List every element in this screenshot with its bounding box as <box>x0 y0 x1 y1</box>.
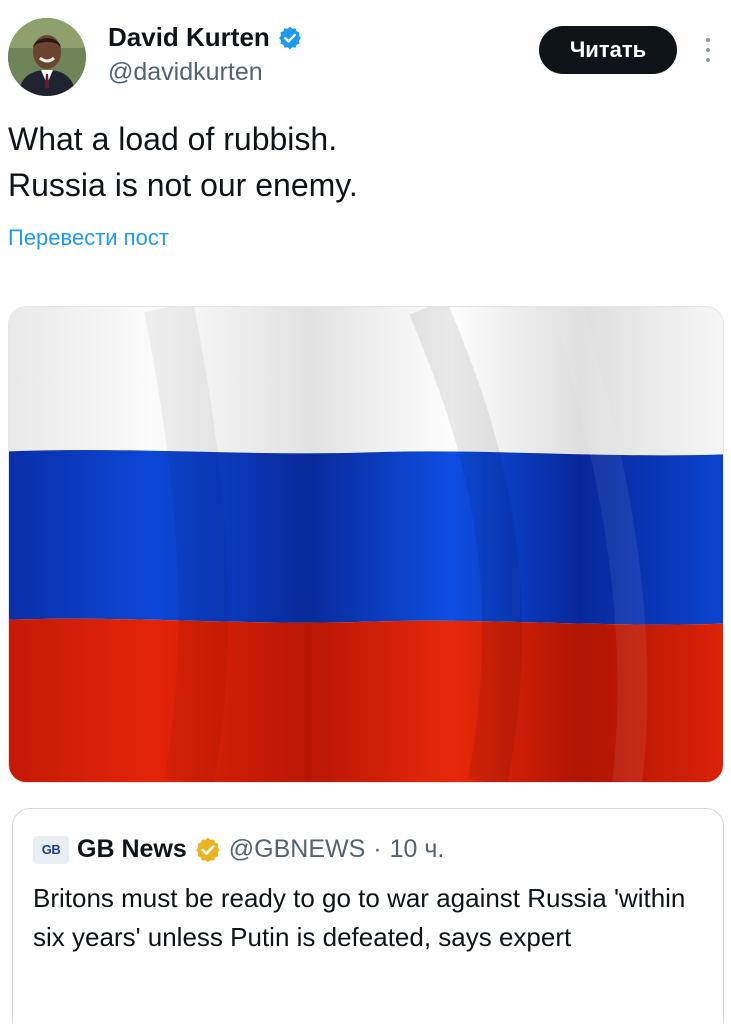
gold-verified-badge-icon <box>195 837 220 862</box>
quoted-post-time[interactable]: 10 ч. <box>390 835 445 864</box>
verified-badge-icon <box>278 26 301 49</box>
more-dot <box>706 38 710 42</box>
author-name[interactable]: David Kurten <box>108 22 302 53</box>
tweet-text: What a load of rubbish. Russia is not ou… <box>8 116 358 208</box>
quoted-post-card[interactable]: GB GB News @GBNEWS · 10 ч. Britons must … <box>12 808 724 1024</box>
follow-button[interactable]: Читать <box>539 26 677 74</box>
author-avatar[interactable] <box>8 18 86 96</box>
avatar-image <box>8 18 86 96</box>
tweet-line-2: Russia is not our enemy. <box>8 167 358 203</box>
russian-flag-image <box>9 307 723 782</box>
quoted-author-name[interactable]: GB News <box>77 835 187 864</box>
gbnews-logo[interactable]: GB <box>33 835 69 864</box>
quoted-post-header: GB GB News @GBNEWS · 10 ч. <box>33 835 444 864</box>
more-options-icon[interactable] <box>696 30 720 70</box>
author-name-text[interactable]: David Kurten <box>108 22 270 53</box>
quoted-author-handle[interactable]: @GBNEWS <box>229 835 366 864</box>
dot-separator: · <box>373 835 382 863</box>
author-handle[interactable]: @davidkurten <box>108 58 263 87</box>
quoted-post-text: Britons must be ready to go to war again… <box>33 883 686 952</box>
tweet-media-image[interactable] <box>8 306 724 783</box>
gbnews-logo-text: GB <box>41 842 61 857</box>
tweet-line-1: What a load of rubbish. <box>8 121 338 157</box>
more-dot <box>706 48 710 52</box>
more-dot <box>706 58 710 62</box>
translate-post-link[interactable]: Перевести пост <box>8 225 169 251</box>
